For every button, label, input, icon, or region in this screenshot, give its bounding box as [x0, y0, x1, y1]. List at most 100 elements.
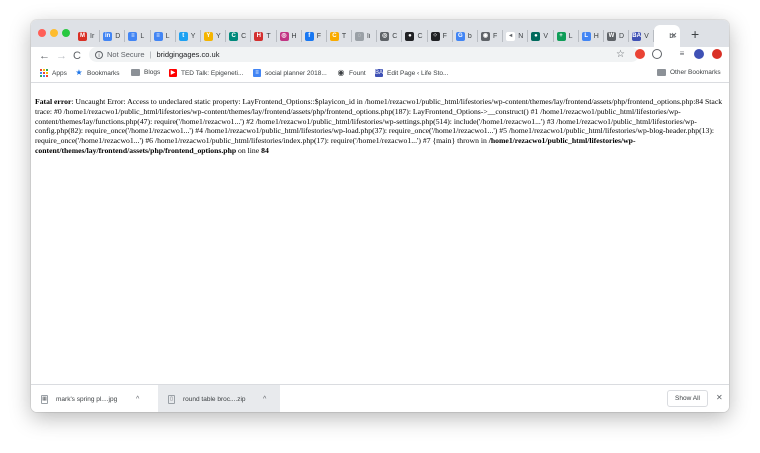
tab[interactable]: ◎ H [277, 25, 302, 47]
zip-file-icon: ▯ [168, 394, 175, 404]
tab[interactable]: Gb [453, 25, 479, 47]
tab[interactable]: ≡ L [125, 25, 151, 47]
page-icon: ◉ [481, 31, 490, 41]
image-file-icon: ▦ [41, 394, 48, 404]
tab-label: C [392, 32, 398, 40]
bookmark-item[interactable]: ◉ Fount [337, 69, 366, 77]
extension-icon[interactable] [652, 49, 662, 59]
address-bar[interactable]: i Not Secure | bridgingages.co.uk [89, 47, 639, 62]
bookmark-label: Bookmarks [87, 69, 120, 77]
loading-icon: ◌ [355, 31, 365, 41]
gmail-icon: M [78, 31, 87, 41]
tab[interactable]: CT [327, 25, 353, 47]
docs-icon: L [581, 31, 591, 41]
tab-label: T [341, 32, 347, 40]
page-icon: C [329, 31, 339, 41]
tab-label: V [644, 32, 649, 40]
bookmark-item[interactable]: BA Edit Page ‹ Life Sto... [375, 69, 448, 77]
bookmark-label: Edit Page ‹ Life Sto... [387, 69, 449, 77]
maximize-window-button[interactable] [62, 29, 70, 37]
download-filename: mark's spring pl....jpg [56, 395, 118, 403]
tab[interactable]: fF [302, 25, 328, 47]
close-tab-icon[interactable]: ✕ [671, 31, 678, 40]
instagram-icon: ◎ [279, 31, 289, 41]
sheets-icon: + [556, 31, 566, 41]
page-icon [657, 31, 667, 41]
tab[interactable]: ● V [528, 25, 554, 47]
download-filename: round table broc....zip [183, 395, 246, 403]
tab[interactable]: br ✕ [654, 25, 681, 47]
tab[interactable]: YY [201, 25, 227, 47]
tab[interactable]: ◎ C [377, 25, 403, 47]
download-item[interactable]: ▯ round table broc....zip ^ [158, 385, 280, 412]
forward-button[interactable]: → [56, 49, 67, 63]
profile-avatar[interactable] [694, 49, 704, 59]
bookmark-label: TED Talk: Epigeneti... [181, 69, 244, 77]
star-icon: ★ [75, 68, 83, 77]
docs-icon: ≡ [253, 69, 261, 77]
chevron-up-icon[interactable]: ^ [136, 396, 139, 403]
tab-label: N [518, 32, 524, 40]
tab-label: D [115, 32, 121, 40]
url-text[interactable]: bridgingages.co.uk [156, 50, 219, 59]
extension-icon[interactable] [635, 49, 645, 59]
tab[interactable]: HT [251, 25, 277, 47]
tab-label: F [316, 32, 321, 40]
tab[interactable]: LH [579, 25, 605, 47]
tab-label: V [543, 32, 549, 40]
tab[interactable]: in D [100, 25, 126, 47]
bookmark-item[interactable]: Apps [40, 69, 67, 77]
other-bookmarks[interactable]: Other Bookmarks [657, 69, 721, 76]
tab[interactable]: ◂ N [503, 25, 529, 47]
page-icon: H [254, 31, 264, 41]
new-tab-button[interactable]: + [691, 26, 699, 42]
bookmark-item[interactable]: ★ Bookmarks [75, 68, 120, 77]
minimize-window-button[interactable] [50, 29, 58, 37]
tab[interactable]: CC [226, 25, 252, 47]
tab[interactable]: ● C [402, 25, 428, 47]
tab-label: F [493, 32, 498, 40]
browser-window: M Ir in D ≡ L ≡ Lt Y Y Y C C H T ◎ Hf F C T ◌ li ◎ C ● C ⁘ F Gb ◉ F ◂ N ●… [31, 20, 729, 412]
page-icon: Y [203, 31, 213, 41]
back-button[interactable]: ← [39, 49, 50, 63]
tab[interactable]: + L [554, 25, 579, 47]
tab-label: L [140, 32, 145, 40]
google-icon: G [455, 31, 465, 41]
bookmark-star-icon[interactable]: ☆ [616, 49, 625, 61]
tab[interactable]: ⁘ F [428, 25, 454, 47]
tab-label: H [291, 32, 297, 40]
tab-strip: M Ir in D ≡ L ≡ Lt Y Y Y C C H T ◎ Hf F C T ◌ li ◎ C ● C ⁘ F Gb ◉ F ◂ N ●… [31, 20, 729, 47]
docs-icon: ≡ [128, 31, 138, 41]
chevron-up-icon[interactable]: ^ [263, 396, 266, 403]
tab-label: L [165, 32, 170, 40]
tab[interactable]: ◌ li [352, 25, 378, 47]
tab[interactable]: WD [604, 25, 630, 47]
youtube-icon: ▶ [169, 69, 177, 77]
bookmark-item[interactable]: ▶ TED Talk: Epigeneti... [169, 69, 243, 77]
info-icon[interactable]: i [95, 50, 103, 59]
show-all-button[interactable]: Show All [667, 390, 708, 407]
extension-icon[interactable] [712, 49, 722, 59]
docs-icon: ≡ [153, 31, 163, 41]
tab-label: T [266, 32, 271, 40]
fount-icon: ◉ [337, 68, 345, 77]
tab[interactable]: BA V [629, 25, 655, 47]
close-icon[interactable]: ✕ [716, 393, 723, 402]
tab[interactable]: ◉ F [478, 25, 504, 47]
tab[interactable]: tY [176, 25, 202, 47]
reload-button[interactable]: C [73, 49, 81, 63]
bookmark-item[interactable]: Blogs [131, 69, 160, 76]
tab-label: Y [215, 32, 221, 40]
page-icon: C [229, 31, 239, 41]
tab[interactable]: ≡ L [151, 25, 176, 47]
close-window-button[interactable] [38, 29, 46, 37]
page-content: Fatal error: Uncaught Error: Access to u… [31, 83, 729, 384]
reading-list-icon[interactable]: ≡ [677, 49, 687, 59]
download-item[interactable]: ▦ mark's spring pl....jpg ^ [31, 385, 155, 412]
bookmark-item[interactable]: ≡ social planner 2018... [253, 69, 327, 77]
tab-label: Ir [90, 32, 95, 40]
tab[interactable]: M Ir [75, 25, 101, 47]
tab-label: C [417, 32, 423, 40]
tab-label: H [593, 32, 599, 40]
page-icon: ⁘ [430, 31, 440, 41]
